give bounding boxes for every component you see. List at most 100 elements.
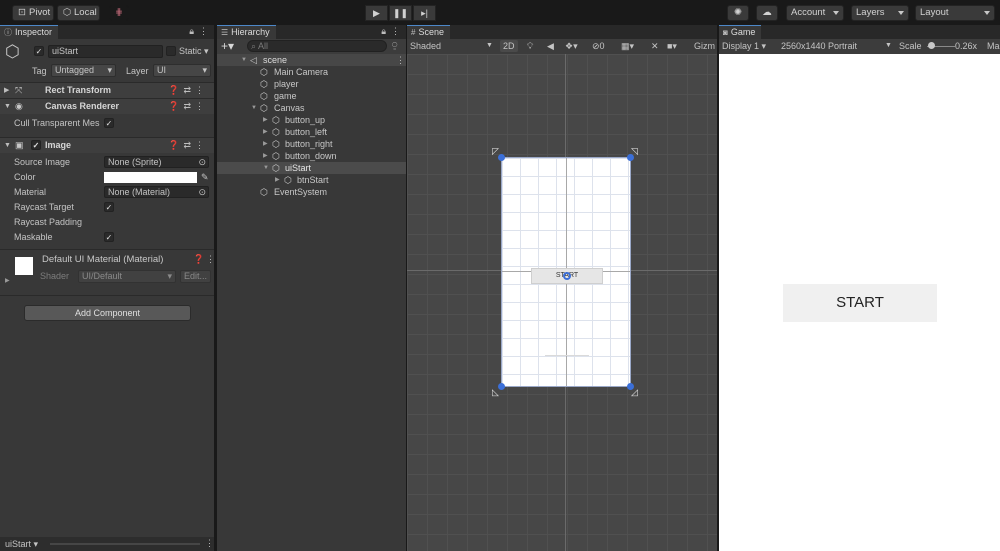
corner-handle[interactable] <box>498 154 505 161</box>
canvas-renderer-header[interactable]: ▼ ◉ Canvas Renderer ❓⇄⋮ <box>0 98 214 114</box>
expand-arrow-icon[interactable]: ▶ <box>4 83 9 98</box>
maximize-toggle[interactable]: Ma <box>987 39 1000 53</box>
shading-dropdown[interactable]: Shaded <box>410 39 441 53</box>
hierarchy-item[interactable]: ▼ ⬡ Canvas <box>217 102 406 114</box>
source-image-field[interactable]: None (Sprite) ⊙ <box>104 156 209 168</box>
scale-slider-knob[interactable] <box>928 42 935 49</box>
hierarchy-item[interactable]: ▶ ⬡ btnStart <box>217 174 406 186</box>
canvas-rect[interactable]: START <box>501 157 631 387</box>
kebab-menu-icon[interactable]: ⋮ <box>396 54 405 66</box>
account-dropdown[interactable]: Account <box>786 5 844 21</box>
tab-hierarchy[interactable]: ☰ Hierarchy <box>217 25 276 39</box>
static-checkbox[interactable] <box>166 46 176 56</box>
rect-transform-header[interactable]: ▶ ⤧ Rect Transform ❓⇄⋮ <box>0 82 214 98</box>
kebab-menu-icon[interactable]: ⋮ <box>199 26 208 37</box>
chevron-down-icon[interactable]: ▼ <box>486 39 493 53</box>
chevron-down-icon[interactable]: ▼ <box>885 39 892 53</box>
raycast-target-checkbox[interactable]: ✓ <box>104 202 114 212</box>
camera-icon[interactable]: ■▾ <box>667 39 677 53</box>
anchor-icon[interactable]: ◿ <box>631 387 638 398</box>
layer-dropdown[interactable]: UI ▾ <box>153 64 211 77</box>
anchor-icon[interactable]: ◸ <box>492 146 499 157</box>
panel-divider[interactable] <box>214 25 217 551</box>
gizmos-dropdown[interactable]: Gizm <box>694 39 715 53</box>
color-swatch[interactable] <box>104 172 197 183</box>
resolution-dropdown[interactable]: 2560x1440 Portrait <box>781 39 857 53</box>
main-toolbar: ⊡ Pivot ⬡ Local ⋕ ▶ ❚❚ ▸| ✺ ☁ Account Laye… <box>0 0 1000 25</box>
display-dropdown[interactable]: Display 1 ▾ <box>722 39 766 53</box>
preview-dropdown[interactable]: uiStart ▾ <box>5 538 38 550</box>
hierarchy-item[interactable]: ▶ ⬡ button_up <box>217 114 406 126</box>
raycast-padding-row[interactable]: Raycast Padding <box>0 215 214 230</box>
tag-dropdown[interactable]: Untagged ▾ <box>51 64 116 77</box>
hierarchy-item[interactable]: ⬡ Main Camera <box>217 66 406 78</box>
object-name-field[interactable]: uiStart <box>48 45 163 58</box>
hierarchy-item-selected[interactable]: ▼ ⬡ uiStart <box>217 162 406 174</box>
play-button[interactable]: ▶ <box>365 5 388 21</box>
static-dropdown[interactable]: Static ▾ <box>179 45 209 58</box>
pivot-handle[interactable] <box>563 272 571 280</box>
component-menu-icons[interactable]: ❓⇄⋮ <box>168 83 208 98</box>
lighting-icon[interactable]: 💡︎ <box>527 39 533 53</box>
pivot-toggle[interactable]: ⊡ Pivot <box>12 5 54 21</box>
hidden-objects-icon[interactable]: ⊘0 <box>592 39 605 53</box>
lock-icon[interactable]: 🔒︎ <box>189 26 194 37</box>
tab-scene[interactable]: # Scene <box>407 25 450 39</box>
game-start-button[interactable]: START <box>783 284 937 322</box>
shader-edit-button[interactable]: Edit... <box>180 270 211 283</box>
kebab-menu-icon[interactable]: ⋮ <box>391 26 400 37</box>
image-header[interactable]: ▼ ▣ ✓ Image ❓⇄⋮ <box>0 137 214 153</box>
tab-game[interactable]: ◙ Game <box>719 25 762 39</box>
grid-snap-button[interactable]: ⋕ <box>109 5 129 21</box>
local-toggle[interactable]: ⬡ Local <box>57 5 100 21</box>
tab-inspector[interactable]: ⓘ Inspector <box>0 25 59 39</box>
kebab-menu-icon[interactable]: ⋮ <box>205 538 214 549</box>
panel-divider[interactable] <box>717 25 719 551</box>
expand-arrow-icon[interactable]: ▶ <box>5 277 10 284</box>
hierarchy-item[interactable]: ▶ ⬡ button_right <box>217 138 406 150</box>
cull-checkbox[interactable]: ✓ <box>104 118 114 128</box>
step-button[interactable]: ▸| <box>413 5 436 21</box>
game-viewport[interactable]: START <box>719 54 1000 551</box>
image-enabled-checkbox[interactable]: ✓ <box>31 140 41 150</box>
component-menu-icons[interactable]: ❓⇄⋮ <box>168 99 208 114</box>
scene-viewport[interactable]: START ◸ ◹ ◺ ◿ <box>407 54 717 551</box>
lock-icon[interactable]: 🔒︎ <box>381 26 386 37</box>
help-icon[interactable]: ❓ <box>193 254 204 265</box>
color-label: Color <box>14 172 36 182</box>
create-plus-icon[interactable]: +▾ <box>221 39 234 53</box>
anchor-icon[interactable]: ◺ <box>492 387 499 398</box>
hierarchy-item[interactable]: ⬡ game <box>217 90 406 102</box>
anchor-icon[interactable]: ◹ <box>631 146 638 157</box>
layers-dropdown[interactable]: Layers <box>851 5 909 21</box>
panel-divider[interactable] <box>406 25 407 551</box>
mode-2d-toggle[interactable]: 2D <box>500 40 518 52</box>
material-field[interactable]: None (Material) ⊙ <box>104 186 209 198</box>
scene-row[interactable]: ▼ ◁ scene ⋮ <box>217 54 406 66</box>
grid-snap-icon: ⋕ <box>115 7 123 18</box>
shader-dropdown[interactable]: UI/Default ▾ <box>78 270 176 283</box>
audio-icon[interactable]: ◀︎ <box>547 39 554 53</box>
tools-icon[interactable]: ✕ <box>651 39 659 53</box>
layout-dropdown[interactable]: Layout <box>915 5 995 21</box>
component-menu-icons[interactable]: ❓⇄⋮ <box>168 138 208 153</box>
hierarchy-item[interactable]: ⬡ EventSystem <box>217 186 406 198</box>
corner-handle[interactable] <box>498 383 505 390</box>
add-component-button[interactable]: Add Component <box>24 305 191 321</box>
eyedropper-icon[interactable]: ✎ <box>201 170 209 185</box>
expand-arrow-icon[interactable]: ▼ <box>4 99 11 114</box>
filter-icon[interactable]: ⍜ <box>392 40 397 51</box>
hierarchy-item[interactable]: ▶ ⬡ button_down <box>217 150 406 162</box>
expand-arrow-icon[interactable]: ▼ <box>4 138 11 153</box>
maskable-checkbox[interactable]: ✓ <box>104 232 114 242</box>
preview-splitter[interactable] <box>50 543 200 545</box>
grid-toggle-icon[interactable]: ▦▾ <box>621 39 634 53</box>
hierarchy-item[interactable]: ▶ ⬡ button_left <box>217 126 406 138</box>
cloud-button[interactable]: ☁ <box>756 5 778 21</box>
pause-button[interactable]: ❚❚ <box>389 5 412 21</box>
services-button[interactable]: ✺ <box>727 5 749 21</box>
hierarchy-search-input[interactable]: ⌕ All <box>247 40 387 52</box>
effects-icon[interactable]: ❖▾ <box>565 39 578 53</box>
active-checkbox[interactable]: ✓ <box>34 46 44 56</box>
hierarchy-item[interactable]: ⬡ player <box>217 78 406 90</box>
